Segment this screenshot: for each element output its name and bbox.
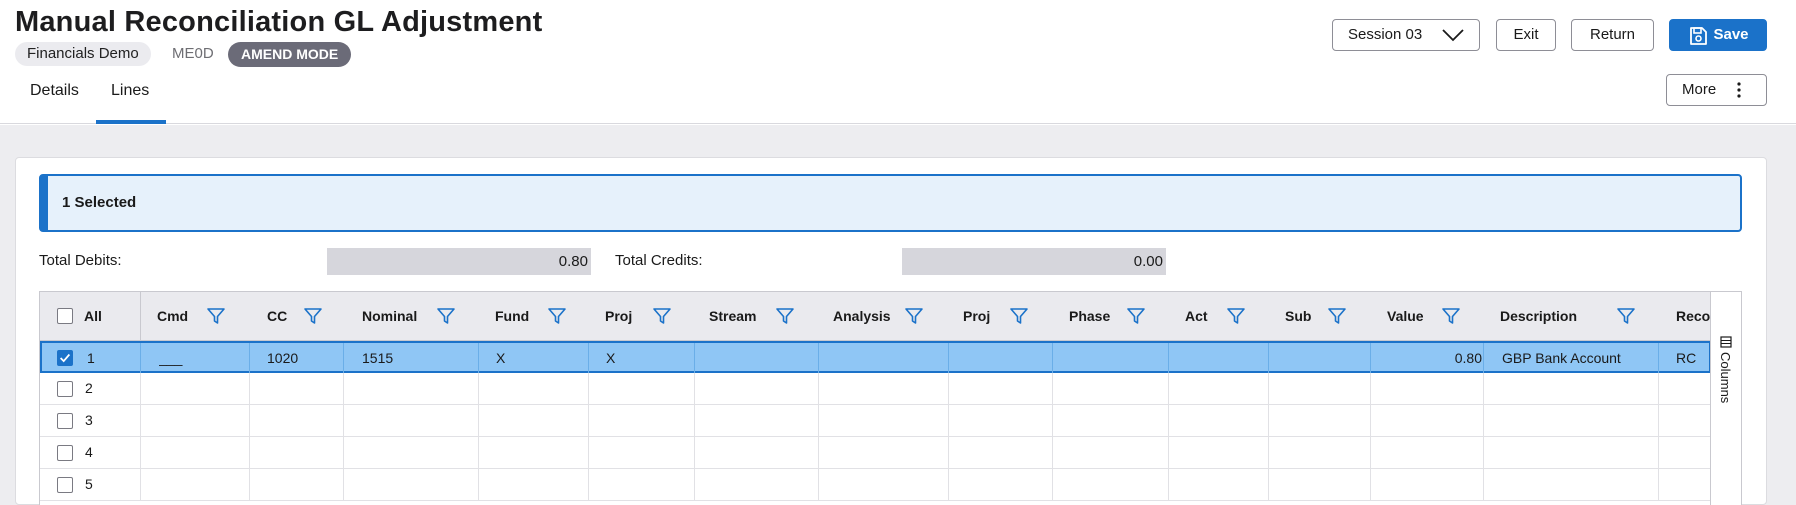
cell-phase[interactable]: [1071, 343, 1151, 374]
total-debits-value: 0.80: [327, 248, 591, 275]
cell-nominal[interactable]: 1515: [362, 343, 462, 374]
row-number: 1: [87, 350, 95, 366]
save-button[interactable]: Save: [1669, 19, 1767, 51]
columns-panel-toggle[interactable]: Columns: [1710, 292, 1741, 505]
column-header-recon[interactable]: Recor: [1676, 292, 1711, 341]
filter-icon[interactable]: [547, 306, 567, 326]
column-header-proj-2[interactable]: Proj: [963, 292, 1003, 341]
select-all-checkbox[interactable]: [57, 308, 73, 324]
save-label: Save: [1713, 26, 1749, 43]
column-header-nominal[interactable]: Nominal: [362, 292, 442, 341]
row-checkbox[interactable]: [57, 381, 73, 397]
cell-proj-2[interactable]: [965, 343, 1045, 374]
cell-description[interactable]: GBP Bank Account: [1502, 343, 1662, 374]
cell-recon[interactable]: RC: [1676, 343, 1711, 374]
save-icon: [1690, 27, 1707, 45]
column-header-value[interactable]: Value: [1387, 292, 1437, 341]
row-checkbox[interactable]: [57, 445, 73, 461]
page-title: Manual Reconciliation GL Adjustment: [15, 6, 543, 38]
total-credits-value: 0.00: [902, 248, 1166, 275]
filter-icon[interactable]: [206, 306, 226, 326]
filter-icon[interactable]: [1126, 306, 1146, 326]
row-checkbox[interactable]: [57, 413, 73, 429]
column-header-proj[interactable]: Proj: [605, 292, 655, 341]
columns-label: Columns: [1718, 352, 1733, 404]
table-row[interactable]: 3: [40, 405, 1711, 437]
cell-value[interactable]: 0.80: [1387, 343, 1482, 374]
session-label: Session 03: [1348, 26, 1423, 43]
table-row[interactable]: 1 ___ 1020 1515 X X 0.80 GBP Bank Accoun…: [40, 341, 1711, 374]
column-header-sub[interactable]: Sub: [1285, 292, 1325, 341]
column-header-phase[interactable]: Phase: [1069, 292, 1119, 341]
column-header-analysis[interactable]: Analysis: [833, 292, 903, 341]
grid-header: All Cmd CC Nominal Fund Proj Stream Anal…: [40, 292, 1711, 341]
column-header-cc[interactable]: CC: [267, 292, 307, 341]
cell-act[interactable]: [1187, 343, 1267, 374]
filter-icon[interactable]: [904, 306, 924, 326]
filter-icon[interactable]: [1226, 306, 1246, 326]
columns-icon: [1720, 336, 1732, 348]
column-header-fund[interactable]: Fund: [495, 292, 545, 341]
row-number: 5: [85, 476, 93, 492]
row-number: 2: [85, 380, 93, 396]
kebab-menu-icon: [1737, 82, 1741, 98]
row-number: 4: [85, 444, 93, 460]
checkmark-icon: [60, 353, 71, 363]
selection-banner: 1 Selected: [39, 174, 1742, 232]
row-checkbox[interactable]: [57, 477, 73, 493]
cell-cmd[interactable]: ___: [159, 343, 239, 374]
cell-stream[interactable]: [711, 343, 811, 374]
filter-icon[interactable]: [303, 306, 323, 326]
cell-sub[interactable]: [1287, 343, 1367, 374]
tab-lines[interactable]: Lines: [111, 82, 149, 100]
lines-grid: All Cmd CC Nominal Fund Proj Stream Anal…: [39, 291, 1742, 505]
total-credits-label: Total Credits:: [615, 252, 703, 269]
cell-cc[interactable]: 1020: [267, 343, 347, 374]
total-debits-label: Total Debits:: [39, 252, 122, 269]
page-header: Manual Reconciliation GL Adjustment Fina…: [0, 0, 1796, 124]
row-checkbox[interactable]: [57, 350, 73, 366]
chevron-down-icon: [1442, 29, 1464, 42]
filter-icon[interactable]: [436, 306, 456, 326]
cell-analysis[interactable]: [835, 343, 935, 374]
column-header-description[interactable]: Description: [1500, 292, 1600, 341]
cell-fund[interactable]: X: [496, 343, 576, 374]
column-header-stream[interactable]: Stream: [709, 292, 769, 341]
row-number: 3: [85, 412, 93, 428]
cell-proj[interactable]: X: [606, 343, 686, 374]
column-header-act[interactable]: Act: [1185, 292, 1225, 341]
more-button[interactable]: More: [1666, 74, 1767, 106]
filter-icon[interactable]: [1009, 306, 1029, 326]
more-label: More: [1682, 81, 1717, 98]
return-button[interactable]: Return: [1571, 19, 1654, 51]
exit-button[interactable]: Exit: [1496, 19, 1556, 51]
table-row[interactable]: 4: [40, 437, 1711, 469]
selection-count: 1 Selected: [62, 194, 137, 211]
filter-icon[interactable]: [1616, 306, 1636, 326]
table-row[interactable]: 5: [40, 469, 1711, 501]
tab-details[interactable]: Details: [30, 82, 79, 100]
filter-icon[interactable]: [775, 306, 795, 326]
filter-icon[interactable]: [652, 306, 672, 326]
filter-icon[interactable]: [1441, 306, 1461, 326]
active-tab-indicator: [96, 120, 166, 124]
column-header-all: All: [84, 308, 102, 324]
table-row[interactable]: 2: [40, 373, 1711, 405]
session-dropdown[interactable]: Session 03: [1332, 19, 1480, 51]
mode-badge: AMEND MODE: [228, 42, 352, 67]
company-badge: Financials Demo: [15, 42, 151, 66]
filter-icon[interactable]: [1327, 306, 1347, 326]
program-code: ME0D: [172, 45, 214, 62]
